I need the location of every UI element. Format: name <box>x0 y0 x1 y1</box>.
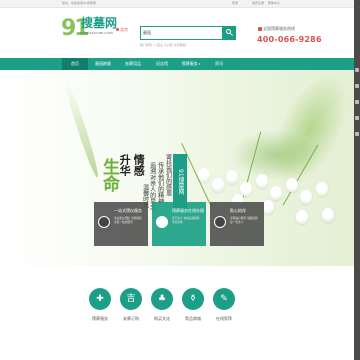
flower-decoration <box>212 178 224 192</box>
flower-decoration <box>226 170 238 184</box>
feature-card-funeral[interactable]: 一站式殡仪服务 专业殡仪团队 为您提供全程一站式服务 <box>94 202 148 246</box>
nav-item-label: 丧葬用品 <box>125 61 141 66</box>
nav-item-supplies[interactable]: 丧葬用品 <box>118 58 148 70</box>
order-icon: 吉 <box>120 288 142 310</box>
carousel-dots <box>162 260 187 264</box>
flower-decoration <box>198 168 210 182</box>
card-desc: 足不出户 在线完成殡葬手续办理 <box>172 216 200 225</box>
search-type-select[interactable]: 墓园 <box>143 30 151 36</box>
calligraphy-main-1: 升华 <box>118 154 132 176</box>
help-link[interactable]: 帮助中心 <box>268 1 280 5</box>
leaf-decoration <box>230 130 320 180</box>
flower-decoration <box>316 182 328 196</box>
online-service-icon <box>156 216 168 228</box>
nav-item-funeral-service[interactable]: 殡葬服务▾ <box>176 58 206 70</box>
page: 您好，欢迎来到91搜墓网 登录 免费注册 帮助中心 91 搜墓网 WWW.91S… <box>0 0 360 360</box>
service-worship[interactable]: ✎ 在线祭拜 <box>204 288 244 322</box>
search-input[interactable] <box>155 29 223 38</box>
worship-icon: ✎ <box>213 288 235 310</box>
nav-item-label: 纪念馆 <box>156 61 168 66</box>
chevron-down-icon: ▾ <box>198 62 201 66</box>
hero-banner[interactable]: 生命 升华 情感 追溯对亲人的思念 传承他们的精神 寄托我们的感恩 温馨时光 9… <box>0 70 360 266</box>
hotline-number: 400-066-9286 <box>257 35 322 44</box>
flower-decoration <box>270 186 282 200</box>
hotline-label: 全国殡葬服务热线 <box>258 26 295 32</box>
service-glyph: ✎ <box>220 294 228 304</box>
flower-decoration <box>296 210 308 224</box>
sidebar-home-icon[interactable] <box>355 68 359 72</box>
card-title: 一站式殡仪服务 <box>114 208 142 213</box>
services-section: ✚ 殡葬服务 吉 安葬订购 ♣ 购买文化 ⚱ 祭品商城 ✎ 在线祭拜 <box>0 266 360 360</box>
search-box: 墓园 <box>140 26 236 40</box>
phone-icon <box>258 27 262 31</box>
calligraphy-life: 生命 <box>99 158 119 192</box>
nav-item-label: 墓园陵墓 <box>95 61 111 66</box>
flower-decoration <box>256 174 268 188</box>
service-glyph: ⚱ <box>189 294 197 304</box>
service-glyph: ♣ <box>157 294 167 304</box>
feature-card-online[interactable]: 殡葬服务在线办理 足不出户 在线完成殡葬手续办理 <box>152 202 206 246</box>
hot-searches[interactable]: 热门搜索: 八宝山 大兴区 北京墓园 <box>140 43 186 47</box>
right-sidebar <box>354 0 360 360</box>
service-glyph: 吉 <box>126 294 136 304</box>
card-title: 殡葬服务在线办理 <box>172 208 204 213</box>
city-selector[interactable]: 北京 <box>116 27 128 33</box>
nav-item-memorial[interactable]: 纪念馆 <box>148 58 176 70</box>
service-icon: ✚ <box>89 288 111 310</box>
calligraphy-main-2: 情感 <box>132 154 146 176</box>
card-title: 贴心陪伴 <box>230 208 246 213</box>
sidebar-qr-icon[interactable] <box>355 116 359 120</box>
hotline-label-text: 全国殡葬服务热线 <box>263 26 295 31</box>
sidebar-top-icon[interactable] <box>355 132 359 136</box>
flower-decoration <box>300 190 312 204</box>
nav-item-cemetery[interactable]: 墓园陵墓 <box>88 58 118 70</box>
register-link[interactable]: 免费注册 <box>252 1 264 5</box>
nav-item-news[interactable]: 资讯 <box>206 58 232 70</box>
nav-item-label: 资讯 <box>215 61 223 66</box>
nav-item-label: 殡葬服务 <box>181 61 198 66</box>
mall-icon: ⚱ <box>182 288 204 310</box>
service-glyph: ✚ <box>96 294 104 304</box>
top-bar: 您好，欢迎来到91搜墓网 登录 免费注册 帮助中心 <box>0 0 360 8</box>
flower-decoration <box>286 178 298 192</box>
location-pin-icon <box>116 28 119 31</box>
leaf-decoration <box>62 81 102 179</box>
flower-decoration <box>240 182 252 196</box>
logo-name[interactable]: 搜墓网 <box>81 17 117 29</box>
feature-card-companion[interactable]: 贴心陪伴 全程贴心陪伴 温暖送别每一位亲人 <box>210 202 264 246</box>
service-label: 在线祭拜 <box>216 316 232 321</box>
sidebar-chat-icon[interactable] <box>355 84 359 88</box>
poem-line: 寄托我们的感恩 <box>164 154 172 196</box>
search-button[interactable] <box>222 26 236 40</box>
search-icon-handle <box>230 33 233 36</box>
city-name: 北京 <box>120 27 128 32</box>
main-nav: 首页 墓园陵墓 丧葬用品 纪念馆 殡葬服务▾ 资讯 <box>0 58 360 70</box>
welcome-text: 您好，欢迎来到91搜墓网 <box>62 1 96 5</box>
login-link[interactable]: 登录 <box>232 1 238 5</box>
card-desc: 专业殡仪团队 为您提供全程一站式服务 <box>114 216 142 225</box>
sidebar-phone-icon[interactable] <box>355 100 359 104</box>
funeral-service-icon <box>98 216 110 228</box>
nav-item-label: 首页 <box>71 61 79 66</box>
card-desc: 全程贴心陪伴 温暖送别每一位亲人 <box>230 216 258 225</box>
companion-icon <box>214 216 226 228</box>
nav-item-home[interactable]: 首页 <box>62 58 88 70</box>
flower-decoration <box>322 208 334 222</box>
culture-icon: ♣ <box>151 288 173 310</box>
logo-domain: WWW.91SOUMU.COM <box>80 31 113 35</box>
